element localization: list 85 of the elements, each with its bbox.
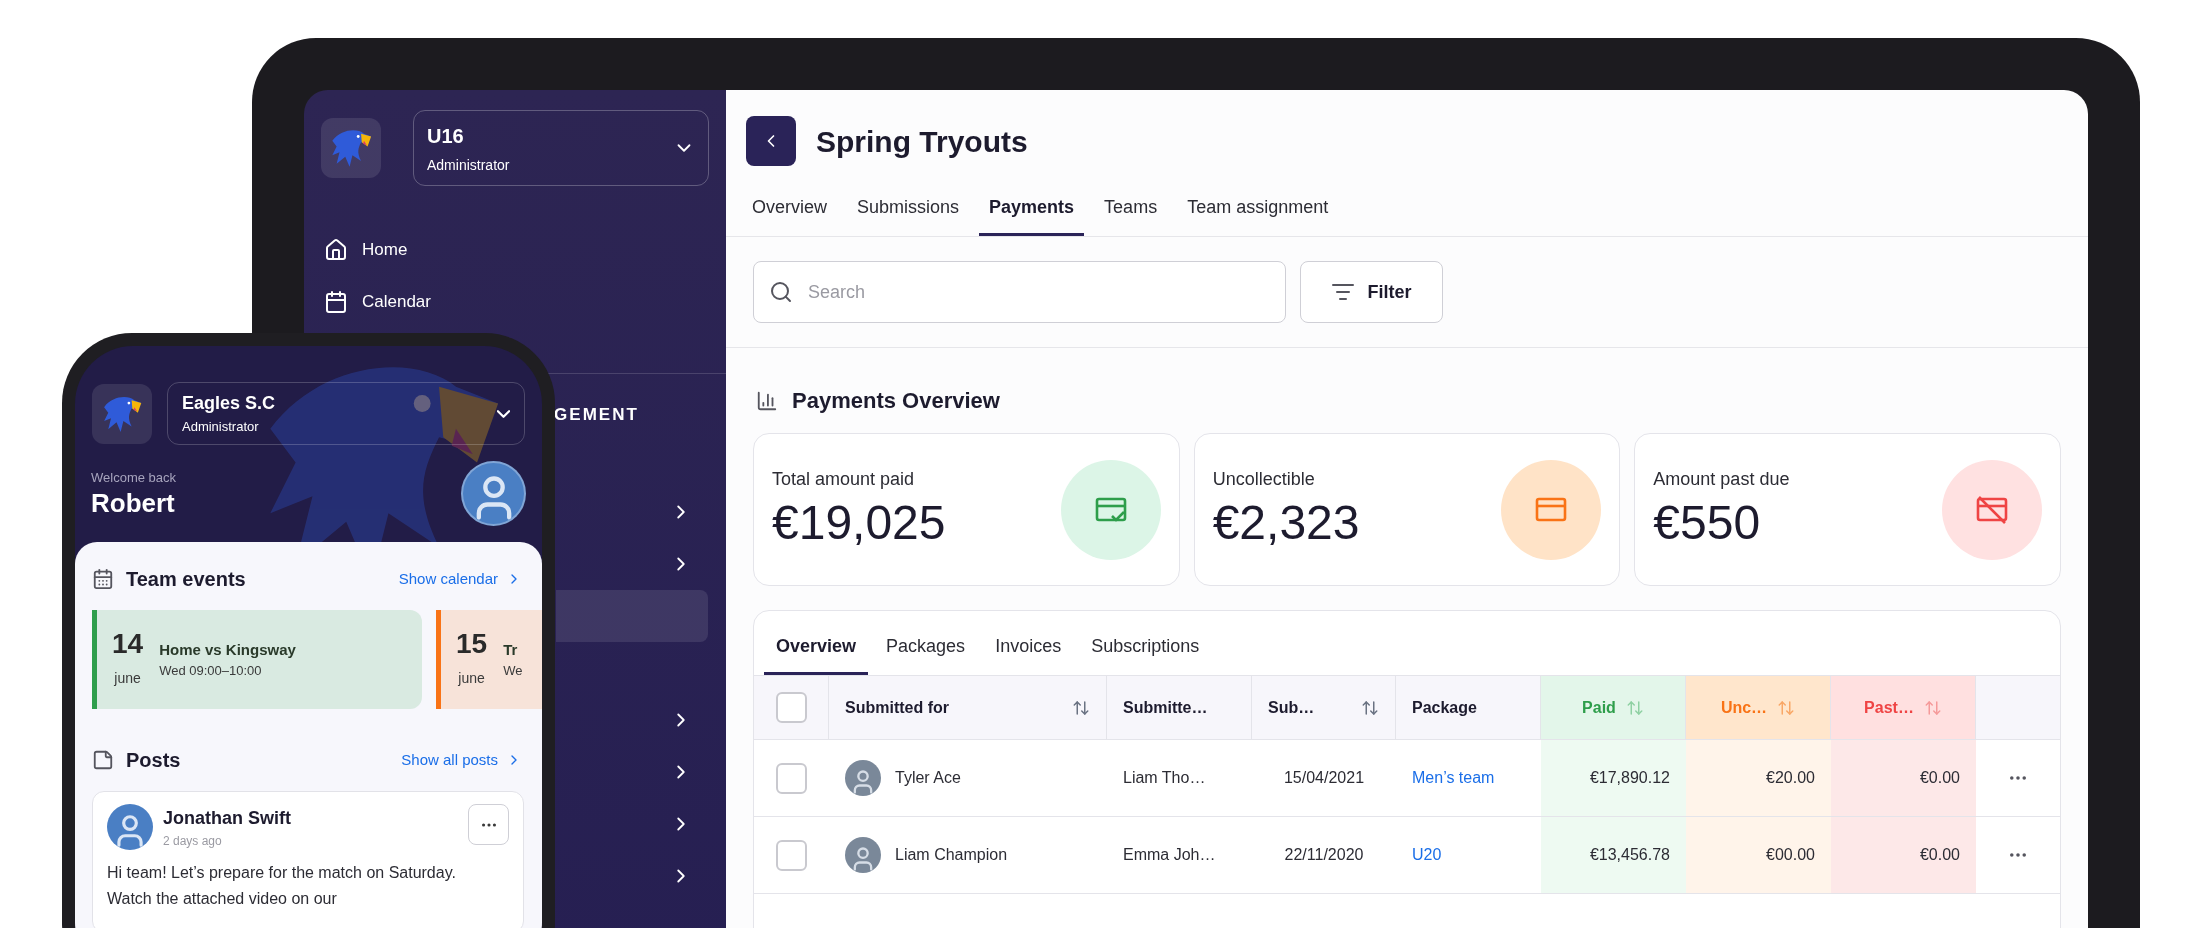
nav-item[interactable]: Home	[304, 224, 726, 276]
page-title: Spring Tryouts	[816, 123, 1028, 160]
club-role: Administrator	[182, 418, 260, 437]
sort-icon	[1072, 698, 1090, 717]
post-time: 2 days ago	[163, 832, 223, 850]
section-title: Team events	[126, 567, 246, 592]
search-field[interactable]: Search	[753, 261, 1286, 323]
avatar	[845, 760, 881, 796]
sort-icon	[1625, 698, 1644, 717]
user-name: Robert	[91, 487, 176, 520]
bar-chart-icon	[756, 389, 778, 412]
table-cell-text: €20.00	[1766, 768, 1815, 788]
more-icon	[2010, 853, 2026, 857]
table-cell-text: €13,456.78	[1589, 845, 1670, 865]
table-cell-text: €17,890.12	[1589, 768, 1670, 788]
post-author: Jonathan Swift	[163, 806, 291, 830]
table-cell-text: Tyler Ace	[895, 768, 961, 788]
team-name: U16	[427, 123, 465, 149]
calendar-icon	[92, 568, 114, 590]
tab[interactable]: Invoices	[983, 621, 1074, 675]
package-link[interactable]: U20	[1412, 843, 1442, 867]
event-title: Home vs Kingsway	[159, 639, 296, 660]
show-posts-link[interactable]: Show all posts	[401, 748, 522, 772]
tab[interactable]: Overview	[742, 182, 837, 236]
summary-value: €550	[1653, 495, 1762, 551]
summary-value: €2,323	[1212, 495, 1360, 551]
package-link[interactable]: Men’s team	[1412, 766, 1495, 790]
tab[interactable]: Packages	[874, 621, 978, 675]
event-time: Wed 09:00–10:00	[159, 662, 263, 680]
more-icon	[2010, 776, 2026, 780]
event-day: 15	[456, 630, 488, 658]
club-name: Eagles S.C	[182, 392, 276, 416]
greeting: Welcome back	[91, 468, 176, 487]
table-cell-text: €0.00	[1919, 768, 1960, 788]
tab[interactable]: Teams	[1094, 182, 1168, 236]
sort-icon	[1777, 698, 1796, 717]
back-button[interactable]	[746, 116, 796, 166]
section-heading: GEMENT	[554, 405, 639, 424]
table-cell-text: €0.00	[1919, 845, 1960, 865]
event-day: 14	[112, 630, 144, 658]
section-title: Posts	[126, 748, 181, 773]
checkbox[interactable]	[776, 839, 807, 871]
checkbox[interactable]	[775, 692, 807, 723]
sort-icon	[1923, 698, 1942, 717]
summary-label: Amount past due	[1653, 468, 1790, 491]
filter-button[interactable]: Filter	[1300, 261, 1443, 323]
table-cell-text: 15/04/2021	[1283, 768, 1365, 788]
calendar-icon	[324, 290, 348, 314]
club-dropdown[interactable]: Eagles S.C Administrator	[167, 382, 525, 445]
card-crossed-icon	[1975, 494, 2009, 525]
nav-item[interactable]: Calendar	[304, 276, 726, 328]
post-text: Hi team! Let’s prepare for the match on Saturday. Watch the attached video on our	[107, 863, 457, 909]
avatar	[845, 837, 881, 873]
tab[interactable]: Subscriptions	[1079, 621, 1212, 675]
event-card[interactable]: 14 june Home vs Kingsway Wed 09:00–10:00	[92, 610, 422, 709]
more-button[interactable]	[468, 804, 509, 845]
tab[interactable]: Team assignment	[1177, 182, 1339, 236]
search-icon	[769, 280, 793, 304]
team-role: Administrator	[427, 155, 510, 175]
nav-group-item[interactable]	[556, 589, 708, 642]
event-title: Tr	[503, 639, 519, 660]
avatar	[107, 804, 153, 850]
event-month: june	[458, 669, 485, 688]
table-cell-text: €00.00	[1766, 845, 1815, 865]
table-cell-text: Liam Tho…	[1123, 768, 1206, 788]
section-title: Payments Overview	[792, 387, 1000, 415]
note-icon	[92, 749, 114, 771]
event-time: We	[503, 662, 523, 680]
checkbox[interactable]	[776, 762, 807, 794]
home-icon	[324, 238, 348, 262]
team-dropdown[interactable]: U16 Administrator	[413, 110, 709, 186]
show-calendar-link[interactable]: Show calendar	[398, 567, 522, 591]
table-cell-text: Liam Champion	[895, 845, 1008, 865]
event-card[interactable]: 15 june Tr We	[436, 610, 542, 709]
table-cell-text: 22/11/2020	[1284, 845, 1364, 865]
tab[interactable]: Submissions	[847, 182, 970, 236]
summary-value: €19,025	[772, 495, 946, 551]
event-month: june	[114, 669, 141, 688]
sort-icon	[1361, 698, 1379, 717]
summary-label: Uncollectible	[1212, 468, 1316, 491]
chevron-down-icon	[497, 409, 510, 418]
tab[interactable]: Payments	[979, 182, 1085, 236]
more-icon	[481, 822, 496, 827]
table-cell-text: Emma Joh…	[1123, 845, 1216, 865]
summary-label: Total amount paid	[772, 468, 916, 491]
